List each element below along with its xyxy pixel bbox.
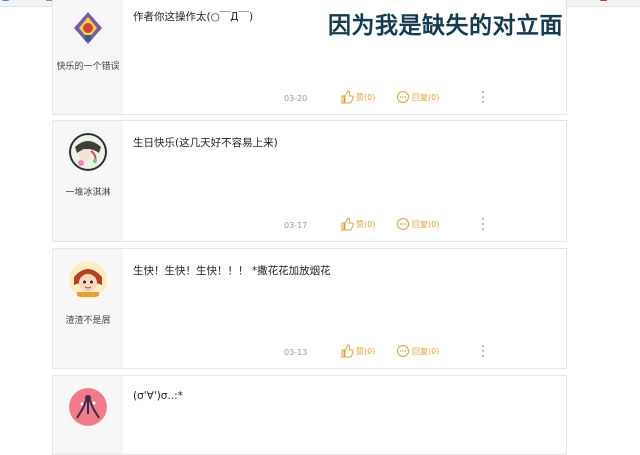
user-column xyxy=(53,376,123,454)
user-column: 快乐的一个错误 xyxy=(53,0,123,114)
bookmark-item[interactable] xyxy=(2,0,11,5)
watermark-text: 因为我是缺失的对立面 xyxy=(328,13,563,39)
speech-bubble-icon xyxy=(397,345,409,357)
reply-button[interactable]: 回复(0) xyxy=(396,90,439,104)
reply-button[interactable]: 回复(0) xyxy=(396,344,439,358)
user-column: 一堆冰淇淋 xyxy=(53,121,123,241)
bookmark-item[interactable] xyxy=(600,0,609,5)
like-button[interactable]: 赞(0) xyxy=(340,344,375,358)
username[interactable]: 一堆冰淇淋 xyxy=(53,185,123,198)
comment-date: 03-13 xyxy=(284,348,308,357)
speech-bubble-icon xyxy=(397,91,409,103)
user-column: 渣渣不是屑 xyxy=(53,249,123,368)
like-button[interactable]: 赞(0) xyxy=(340,217,375,231)
comment-date: 03-17 xyxy=(284,221,308,230)
thumbs-up-icon xyxy=(341,217,354,231)
avatar[interactable] xyxy=(69,133,107,171)
avatar[interactable] xyxy=(69,9,107,47)
like-count: 赞(0) xyxy=(356,346,376,356)
comment-text: 生日快乐(这几天好不容易上来) xyxy=(133,137,278,149)
vertical-dots-icon[interactable] xyxy=(478,88,488,106)
comment-card: (σ'∀')σ..:* xyxy=(52,375,567,455)
thumbs-up-icon xyxy=(341,90,354,104)
comment-card: 一堆冰淇淋 生日快乐(这几天好不容易上来) 03-17 赞(0) 回复(0) xyxy=(52,120,567,242)
reply-button[interactable]: 回复(0) xyxy=(396,217,439,231)
username[interactable]: 渣渣不是屑 xyxy=(53,313,123,326)
reply-count: 回复(0) xyxy=(412,92,440,102)
like-count: 赞(0) xyxy=(356,92,376,102)
comment-footer: 03-17 赞(0) 回复(0) xyxy=(126,217,566,233)
like-button[interactable]: 赞(0) xyxy=(340,90,375,104)
reply-count: 回复(0) xyxy=(412,346,440,356)
avatar[interactable] xyxy=(69,388,107,426)
comment-text: (σ'∀')σ..:* xyxy=(133,390,183,402)
vertical-dots-icon[interactable] xyxy=(478,215,488,233)
comment-text: 生快！生快！生快！！！ *撒花花加放烟花 xyxy=(133,265,331,277)
like-count: 赞(0) xyxy=(356,219,376,229)
speech-bubble-icon xyxy=(397,218,409,230)
thumbs-up-icon xyxy=(341,344,354,358)
vertical-dots-icon[interactable] xyxy=(478,342,488,360)
comment-date: 03-20 xyxy=(284,94,308,103)
username[interactable]: 快乐的一个错误 xyxy=(53,59,123,72)
comment-card: 渣渣不是屑 生快！生快！生快！！！ *撒花花加放烟花 03-13 赞(0) 回复… xyxy=(52,248,567,369)
comment-footer: 03-20 赞(0) 回复(0) xyxy=(126,90,566,106)
comment-footer: 03-13 赞(0) 回复(0) xyxy=(126,344,566,360)
avatar[interactable] xyxy=(69,261,107,299)
reply-count: 回复(0) xyxy=(412,219,440,229)
